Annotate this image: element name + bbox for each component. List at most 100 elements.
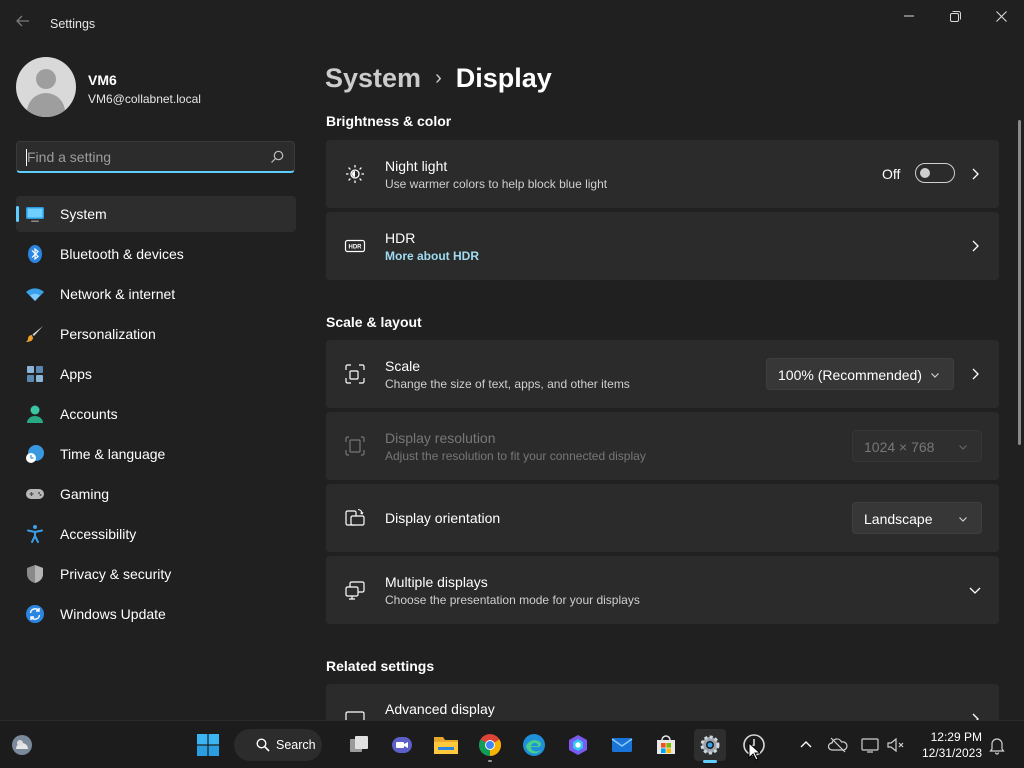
advanced-display-icon [345,711,365,720]
mail-button[interactable] [606,729,638,761]
advanced-display-card[interactable]: Advanced display [326,684,999,720]
orientation-icon [345,508,365,526]
notification-bell-icon[interactable] [987,735,1007,755]
chevron-right-icon[interactable] [967,366,983,382]
clock-date: 12/31/2023 [921,746,982,760]
close-button[interactable] [978,0,1024,32]
chevron-up-icon[interactable] [796,735,816,755]
hdr-card[interactable]: HDR HDR More about HDR [326,212,999,280]
avatar-head [36,69,56,89]
sidebar-item-apps[interactable]: Apps [16,356,296,392]
settings-taskbar-button[interactable] [694,729,726,763]
sidebar-item-bluetooth[interactable]: Bluetooth & devices [16,236,296,272]
accounts-icon [27,405,43,423]
minimize-icon [904,15,914,17]
close-icon [995,10,1007,22]
file-explorer-icon [434,737,458,754]
system-clock[interactable]: 12:29 PM 12/31/2023 [918,729,982,761]
task-view-icon [350,736,368,752]
store-button[interactable] [650,729,682,761]
orientation-dropdown[interactable]: Landscape [852,502,982,534]
file-explorer-button[interactable] [430,729,462,761]
advanced-display-title: Advanced display [385,701,495,717]
start-button[interactable] [192,729,224,761]
user-name: VM6 [88,72,117,88]
avatar-body [27,93,65,117]
windows-update-icon [26,605,44,623]
time-language-icon [26,445,44,463]
edge-button[interactable] [518,729,550,761]
breadcrumb-parent[interactable]: System [325,63,421,94]
minimize-button[interactable] [886,0,932,32]
section-title-scale: Scale & layout [326,314,422,330]
sidebar-item-label: Time & language [60,446,166,462]
user-email: VM6@collabnet.local [88,92,201,106]
speaker-icon[interactable] [886,735,906,755]
chrome-button[interactable] [474,729,506,762]
section-title-brightness: Brightness & color [326,113,452,129]
sidebar-item-label: Windows Update [60,606,166,622]
display-resolution-card: Display resolution Adjust the resolution… [326,412,999,480]
chevron-right-icon[interactable] [967,711,983,720]
sidebar-item-network[interactable]: Network & internet [16,276,296,312]
search-icon[interactable] [269,149,285,165]
wifi-icon [26,288,44,301]
title-bar: Settings [0,0,1024,48]
search-input[interactable] [27,147,257,167]
scale-card[interactable]: Scale Change the size of text, apps, and… [326,340,999,408]
onedrive-icon[interactable] [828,735,848,755]
chevron-right-icon[interactable] [967,166,983,182]
sidebar-item-system[interactable]: System [16,196,296,232]
search-icon [256,738,270,752]
chevron-down-icon[interactable] [967,582,983,598]
scale-subtitle: Change the size of text, apps, and other… [385,377,630,391]
display-icon[interactable] [860,735,880,755]
copilot-button[interactable] [562,729,594,761]
taskbar-search[interactable]: Search [234,729,322,761]
meet-button[interactable] [386,729,418,761]
sidebar-item-label: Gaming [60,486,110,502]
widgets-button[interactable] [6,729,38,761]
orientation-dropdown-value: Landscape [864,511,933,527]
main-content: System › Display Brightness & color Nigh… [310,48,1024,720]
multiple-displays-card[interactable]: Multiple displays Choose the presentatio… [326,556,999,624]
start-icon [197,734,219,756]
gamepad-icon [26,489,44,499]
chevron-down-icon [959,445,967,450]
sidebar-item-privacy[interactable]: Privacy & security [16,556,296,592]
copilot-icon [569,735,587,755]
maximize-button[interactable] [932,0,978,32]
sidebar-item-label: Apps [60,366,92,382]
night-light-toggle[interactable] [915,163,955,183]
task-view-button[interactable] [343,729,375,761]
shield-icon [27,565,43,583]
sidebar: VM6 VM6@collabnet.local System Bluetooth… [0,48,310,720]
accessibility-icon [27,525,43,543]
search-box[interactable] [16,141,295,173]
breadcrumb: System › Display [325,60,552,96]
widgets-icon [12,735,32,755]
back-button[interactable] [10,12,36,36]
scrollbar[interactable] [1018,120,1021,445]
sidebar-item-accessibility[interactable]: Accessibility [16,516,296,552]
sidebar-item-label: Privacy & security [60,566,172,582]
sidebar-item-label: Accessibility [60,526,137,542]
taskbar: Search 12:29 PM 12/31/2023 [0,720,1024,768]
chevron-right-icon[interactable] [967,238,983,254]
night-light-card[interactable]: Night light Use warmer colors to help bl… [326,140,999,208]
sidebar-item-gaming[interactable]: Gaming [16,476,296,512]
active-indicator [703,760,717,763]
text-caret [26,149,27,166]
sidebar-item-time-language[interactable]: Time & language [16,436,296,472]
mouse-cursor-icon [748,742,760,761]
page-title: Display [455,62,552,93]
avatar[interactable] [16,57,76,117]
multiple-displays-subtitle: Choose the presentation mode for your di… [385,593,640,607]
sidebar-item-personalization[interactable]: Personalization [16,316,296,352]
resolution-dropdown: 1024 × 768 [852,430,982,462]
scale-dropdown[interactable]: 100% (Recommended) [766,358,954,390]
hdr-learn-more-link[interactable]: More about HDR [385,249,479,263]
meet-icon [392,737,412,753]
sidebar-item-accounts[interactable]: Accounts [16,396,296,432]
sidebar-item-windows-update[interactable]: Windows Update [16,596,296,632]
